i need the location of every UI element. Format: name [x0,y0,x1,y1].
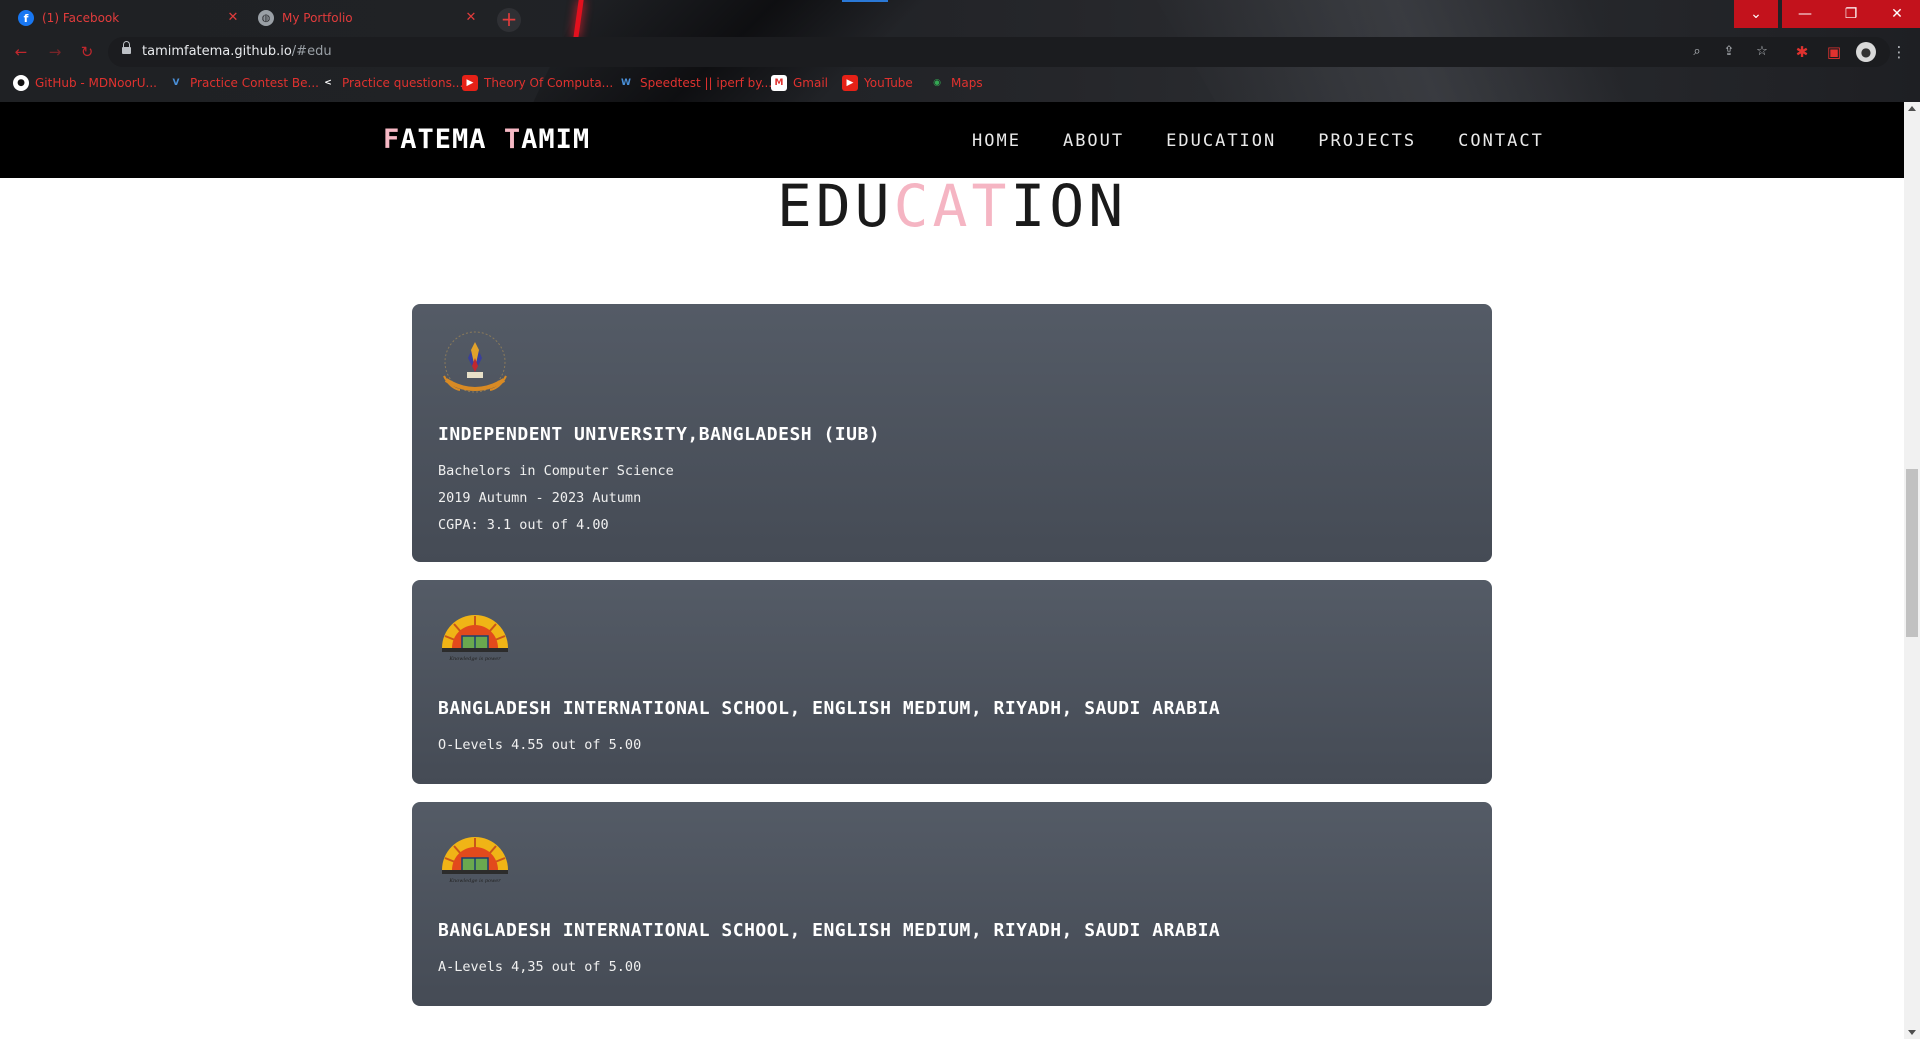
menu-kebab-icon[interactable]: ⋮ [1888,41,1910,63]
bis-sunburst-logo: Knowledge is power [442,837,508,884]
window-controls: ⌄ — ❐ ✕ [1734,0,1920,28]
bookmarks-bar: ● GitHub - MDNoorU... V Practice Contest… [0,72,1920,96]
nav-link-home[interactable]: HOME [972,131,1021,151]
zoom-icon[interactable]: ⌕ [1688,43,1706,61]
bookmark-practice-questions[interactable]: < Practice questions... [320,75,463,91]
forward-arrow-icon[interactable]: → [44,41,66,63]
site-navbar: FATEMA TAMIM HOME ABOUT EDUCATION PROJEC… [0,102,1904,178]
site-nav-links: HOME ABOUT EDUCATION PROJECTS CONTACT [972,131,1586,151]
scrollbar-thumb[interactable] [1906,469,1918,637]
youtube-icon: ▶ [842,75,858,91]
nav-link-about[interactable]: ABOUT [1063,131,1124,151]
share-icon[interactable]: ⇪ [1720,43,1738,61]
bookmark-label: Practice questions... [342,76,464,90]
education-card: Knowledge is power BANGLADESH INTERNATIO… [412,580,1492,784]
result-text: O-Levels 4.55 out of 5.00 [438,737,642,753]
education-card: Knowledge is power BANGLADESH INTERNATIO… [412,802,1492,1006]
brand-text: AMIM [521,124,591,155]
bookmark-practice-contest[interactable]: V Practice Contest Be... [168,75,319,91]
speedtest-icon: W [621,78,631,88]
code-bracket-icon: < [324,78,332,88]
scroll-down-arrow-icon[interactable] [1908,1030,1916,1035]
bookmark-maps[interactable]: ◉ Maps [929,75,983,91]
bookmark-star-icon[interactable]: ☆ [1753,43,1771,61]
result-text: A-Levels 4,35 out of 5.00 [438,959,642,975]
toolbar: ← → ↻ tamimfatema.github.io/#edu ⌕ ⇪ ☆ ✱… [0,37,1920,67]
svg-text:Knowledge is power: Knowledge is power [448,656,501,662]
bookmark-label: Gmail [793,76,829,90]
svg-text:Knowledge is power: Knowledge is power [448,878,501,884]
tab-search-button[interactable]: ⌄ [1734,0,1778,28]
brand-initial: F [383,124,401,155]
title-segment: ION [1010,172,1128,240]
minimize-button[interactable]: — [1782,0,1828,28]
nav-link-education[interactable]: EDUCATION [1166,131,1276,151]
page-scrollbar[interactable] [1904,102,1920,1039]
school-name: BANGLADESH INTERNATIONAL SCHOOL, ENGLISH… [438,698,1221,719]
degree-text: Bachelors in Computer Science [438,463,674,479]
url-text: tamimfatema.github.io/#edu [142,44,332,59]
bookmark-github[interactable]: ● GitHub - MDNoorU... [13,75,157,91]
title-segment: CAT [893,172,1011,240]
bookmark-label: YouTube [864,76,913,90]
loading-indicator [842,0,888,2]
address-bar[interactable]: tamimfatema.github.io/#edu ⌕ ⇪ ☆ [108,37,1890,67]
school-name: BANGLADESH INTERNATIONAL SCHOOL, ENGLISH… [438,920,1221,941]
bookmark-gmail[interactable]: M Gmail [771,75,828,91]
brand-text: ATEMA [400,124,504,155]
tab-my-portfolio[interactable]: ◍ My Portfolio ✕ [258,4,478,32]
profile-avatar[interactable]: ● [1856,42,1876,62]
nav-link-projects[interactable]: PROJECTS [1318,131,1416,151]
site-brand-logo[interactable]: FATEMA TAMIM [383,124,590,155]
globe-icon: ◍ [258,10,274,26]
bookmark-label: Speedtest || iperf by... [640,76,773,90]
bookmark-label: Practice Contest Be... [190,76,319,90]
bookmark-label: Maps [951,76,983,90]
period-text: 2019 Autumn - 2023 Autumn [438,490,642,506]
github-icon: ● [13,75,29,91]
maps-icon: ◉ [933,78,941,88]
scroll-up-arrow-icon[interactable] [1908,106,1916,111]
cgpa-text: CGPA: 3.1 out of 4.00 [438,517,609,533]
title-segment: EDU [776,172,894,240]
restore-button[interactable]: ❐ [1828,0,1874,28]
bookmark-speedtest[interactable]: W Speedtest || iperf by... [618,75,772,91]
browser-chrome: f (1) Facebook ✕ ◍ My Portfolio ✕ + ⌄ — … [0,0,1920,102]
bookmark-youtube[interactable]: ▶ YouTube [842,75,913,91]
education-card: INDEPENDENT UNIVERSITY,BANGLADESH (IUB) … [412,304,1492,562]
close-window-button[interactable]: ✕ [1874,0,1920,28]
gmail-icon: M [771,75,787,91]
vjudge-icon: V [172,78,180,88]
tab-title: My Portfolio [282,11,353,25]
tab-title: (1) Facebook [42,11,120,25]
youtube-icon: ▶ [462,75,478,91]
lock-icon [122,41,131,56]
extensions-icon[interactable]: ✱ [1791,41,1813,63]
bis-sunburst-logo: Knowledge is power [442,615,508,662]
brand-initial: T [503,124,522,155]
back-arrow-icon[interactable]: ← [10,41,32,63]
iub-crest-logo [443,331,507,393]
nav-link-contact[interactable]: CONTACT [1458,131,1544,151]
new-tab-button[interactable]: + [497,8,521,32]
side-panel-icon[interactable]: ▣ [1823,41,1845,63]
tab-facebook[interactable]: f (1) Facebook ✕ [18,4,240,32]
section-title-education: EDUCATION [0,172,1904,240]
close-tab-icon[interactable]: ✕ [226,11,240,25]
reload-icon[interactable]: ↻ [76,41,98,63]
close-tab-icon[interactable]: ✕ [464,11,478,25]
bookmark-theory-of-computation[interactable]: ▶ Theory Of Computa... [462,75,613,91]
school-name: INDEPENDENT UNIVERSITY,BANGLADESH (IUB) [438,424,881,445]
facebook-icon: f [18,10,34,26]
bookmark-label: GitHub - MDNoorU... [35,76,157,90]
bookmark-label: Theory Of Computa... [484,76,614,90]
